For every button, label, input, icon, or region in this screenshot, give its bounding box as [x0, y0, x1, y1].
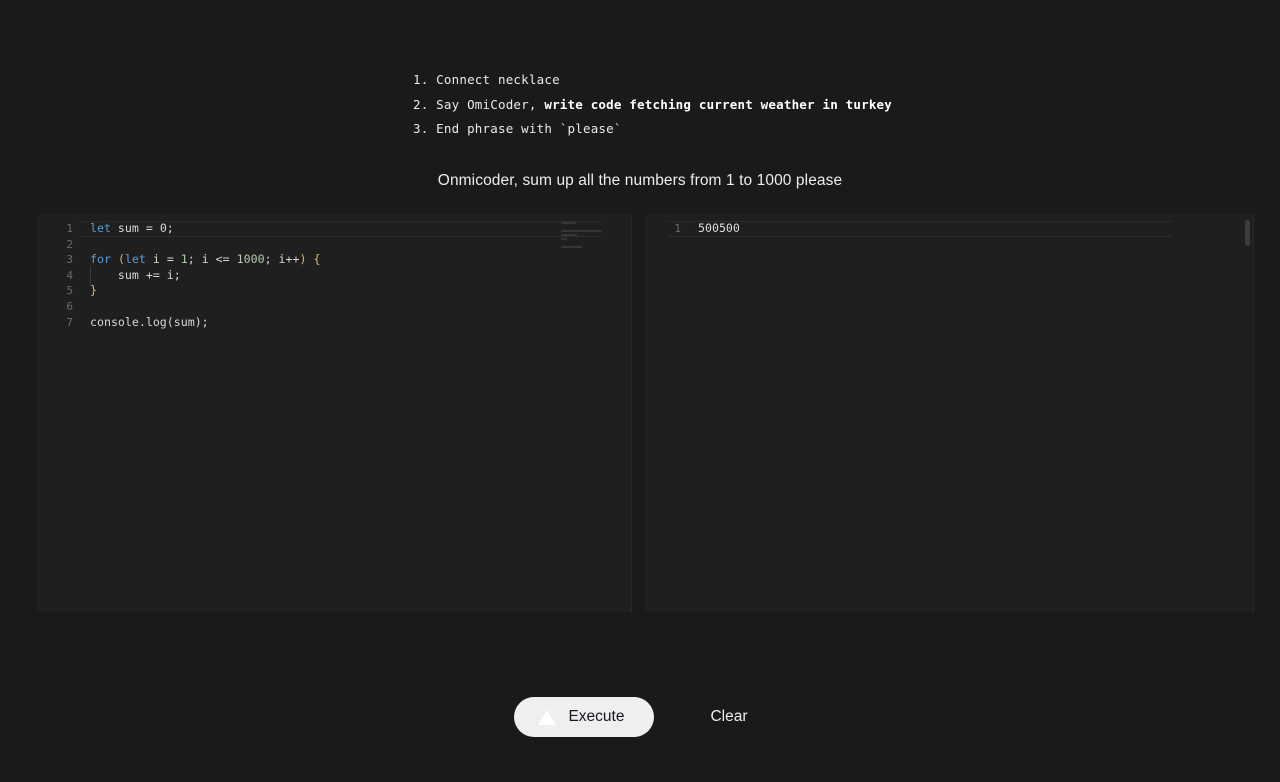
minimap-line	[561, 222, 576, 224]
output-pane-edge	[1253, 214, 1254, 612]
code-token: 1000	[236, 252, 265, 267]
code-token: (	[117, 252, 125, 267]
code-editor-pane[interactable]: 1 let sum = 0; 2 3 for (let i = 1; i <= 1000…	[37, 214, 632, 612]
line-number: 4	[66, 268, 73, 282]
minimap-line	[561, 246, 583, 248]
clear-button[interactable]: Clear	[692, 697, 765, 737]
instruction-emphasis: write code fetching current weather in t…	[544, 96, 892, 112]
code-line-text: for (let i = 1; i <= 1000; i++) {	[75, 252, 320, 268]
code-line[interactable]: 2	[37, 237, 632, 253]
code-line[interactable]: 7 console.log(sum);	[37, 315, 632, 331]
code-token: console.log(sum);	[90, 314, 209, 329]
code-token: {	[313, 252, 321, 267]
minimap-line	[561, 226, 567, 228]
instruction-text: Connect necklace	[428, 72, 560, 87]
instruction-item: 1. Connect necklace	[413, 68, 1113, 93]
code-token: 1	[180, 252, 188, 267]
minimap-line	[561, 234, 578, 236]
line-number: 2	[66, 237, 73, 251]
code-token: let	[124, 252, 146, 267]
minimap-line	[561, 238, 567, 240]
instruction-number: 1.	[413, 72, 429, 87]
code-token: ; i <=	[187, 252, 237, 267]
line-number: 5	[66, 284, 73, 298]
instruction-number: 3.	[413, 121, 429, 137]
instruction-item: 2. Say OmiCoder, write code fetching cur…	[413, 93, 1113, 118]
code-line[interactable]: 6	[37, 299, 632, 315]
line-number: 1	[66, 222, 73, 235]
output-content: 1 500500	[645, 214, 1254, 237]
code-token: ; i++	[264, 252, 300, 267]
execute-button-label: Execute	[568, 708, 625, 725]
output-line: 1 500500	[645, 221, 1254, 237]
code-token: sum = 0;	[110, 221, 174, 235]
line-number: 6	[66, 299, 73, 313]
instruction-item: 3. End phrase with `please`	[413, 117, 1113, 142]
code-line-text: let sum = 0;	[75, 221, 174, 237]
output-line-number: 1	[674, 222, 681, 235]
code-line[interactable]: 5}	[37, 283, 632, 299]
execute-button[interactable]: Execute	[514, 697, 655, 737]
instruction-number: 2.	[413, 96, 429, 112]
instruction-text: End phrase with `please`	[428, 121, 622, 137]
code-token: sum += i;	[90, 267, 181, 282]
output-line-text: 500500	[698, 221, 740, 235]
code-token: for	[90, 252, 111, 267]
action-button-bar: Execute Clear	[0, 697, 1280, 737]
code-token: i =	[145, 252, 181, 267]
code-token: }	[90, 283, 97, 298]
prompt-text: Onmicoder, sum up all the numbers from 1…	[437, 172, 843, 189]
play-triangle-icon	[538, 709, 557, 725]
code-editor-content[interactable]: 1 let sum = 0; 2 3 for (let i = 1; i <= 1000…	[37, 214, 632, 330]
code-line[interactable]: 4 sum += i;	[37, 265, 632, 285]
code-workspace: 1 let sum = 0; 2 3 for (let i = 1; i <= 1000…	[37, 214, 1254, 612]
code-line[interactable]: 1 let sum = 0;	[37, 221, 632, 237]
minimap-line	[561, 230, 603, 232]
code-line[interactable]: 3 for (let i = 1; i <= 1000; i++) {	[37, 252, 632, 268]
instruction-text: Say OmiCoder,	[428, 96, 545, 112]
line-number: 3	[66, 253, 73, 267]
minimap-line	[561, 242, 567, 244]
editor-minimap[interactable]	[561, 222, 607, 256]
output-pane[interactable]: 1 500500	[645, 214, 1254, 612]
instruction-list: 1. Connect necklace 2. Say OmiCoder, writ…	[413, 68, 1113, 142]
output-scrollbar[interactable]	[1245, 220, 1250, 246]
editor-pane-edge	[631, 214, 632, 612]
code-line-text: sum += i;	[75, 265, 181, 285]
code-token: let	[90, 221, 111, 235]
line-number: 7	[66, 315, 73, 329]
code-line-text: }	[75, 283, 97, 299]
code-line-text: console.log(sum);	[75, 315, 209, 331]
